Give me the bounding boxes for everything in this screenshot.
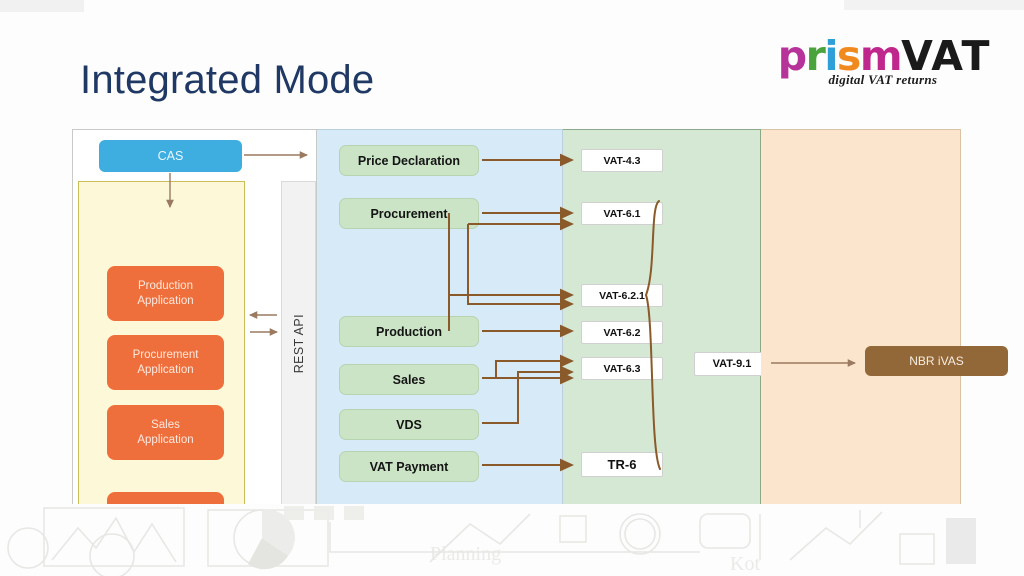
logo-letter-i: i	[824, 32, 838, 80]
page-title: Integrated Mode	[80, 58, 375, 102]
cas-box[interactable]: CAS	[99, 140, 242, 172]
column-destination: NBR iVAS	[761, 129, 1008, 514]
svg-text:Kot: Kot	[730, 553, 760, 575]
logo-letter-t: T	[961, 32, 990, 80]
top-right-edge-band	[844, 0, 1024, 10]
logo-letter-v: V	[901, 32, 933, 80]
background-watermark: Planning Kot	[0, 504, 1024, 576]
form-vat-9-1[interactable]: VAT-9.1	[694, 352, 770, 376]
logo-letter-p: p	[777, 32, 807, 80]
prismvat-logo: prismVAT digital VAT returns	[777, 32, 990, 87]
form-vat-6-2-1[interactable]: VAT-6.2.1	[581, 284, 663, 307]
production-application-box[interactable]: Production Application	[107, 266, 224, 321]
form-vat-6-3[interactable]: VAT-6.3	[581, 357, 663, 380]
logo-letter-r: r	[805, 32, 826, 80]
svg-text:Planning: Planning	[430, 543, 501, 565]
sales-application-box[interactable]: Sales Application	[107, 405, 224, 460]
process-vds[interactable]: VDS	[339, 409, 479, 440]
process-vat-payment[interactable]: VAT Payment	[339, 451, 479, 482]
form-vat-6-1[interactable]: VAT-6.1	[581, 202, 663, 225]
column-vat-forms: VAT-4.3 VAT-6.1 VAT-6.2.1 VAT-6.2 VAT-6.…	[563, 129, 770, 514]
process-sales[interactable]: Sales	[339, 364, 479, 395]
form-vat-4-3[interactable]: VAT-4.3	[581, 149, 663, 172]
nbr-ivas-box[interactable]: NBR iVAS	[865, 346, 1008, 376]
applications-panel: Production Application Procurement Applica…	[78, 181, 245, 547]
integrated-mode-diagram: CAS Production Application Procurement App…	[72, 129, 1008, 547]
procurement-application-box[interactable]: Procurement Application	[107, 335, 224, 390]
logo-letter-s: s	[836, 32, 861, 80]
logo-wordmark: prismVAT	[777, 32, 990, 80]
form-tr-6[interactable]: TR-6	[581, 452, 663, 477]
slide-canvas: Integrated Mode prismVAT digital VAT ret…	[0, 0, 1024, 576]
rest-api-label: REST API	[291, 314, 306, 374]
watermark-graphics: Planning Kot	[7, 506, 976, 576]
rest-api-panel: REST API	[281, 181, 316, 507]
column-source-systems: CAS Production Application Procurement App…	[72, 129, 317, 547]
column-business-processes: Price Declaration Procurement Production…	[317, 129, 563, 514]
form-vat-6-2[interactable]: VAT-6.2	[581, 321, 663, 344]
top-left-edge-band	[0, 0, 84, 12]
process-production[interactable]: Production	[339, 316, 479, 347]
process-procurement[interactable]: Procurement	[339, 198, 479, 229]
logo-letter-a: A	[931, 32, 963, 80]
process-price-declaration[interactable]: Price Declaration	[339, 145, 479, 176]
logo-letter-m: m	[859, 32, 903, 80]
